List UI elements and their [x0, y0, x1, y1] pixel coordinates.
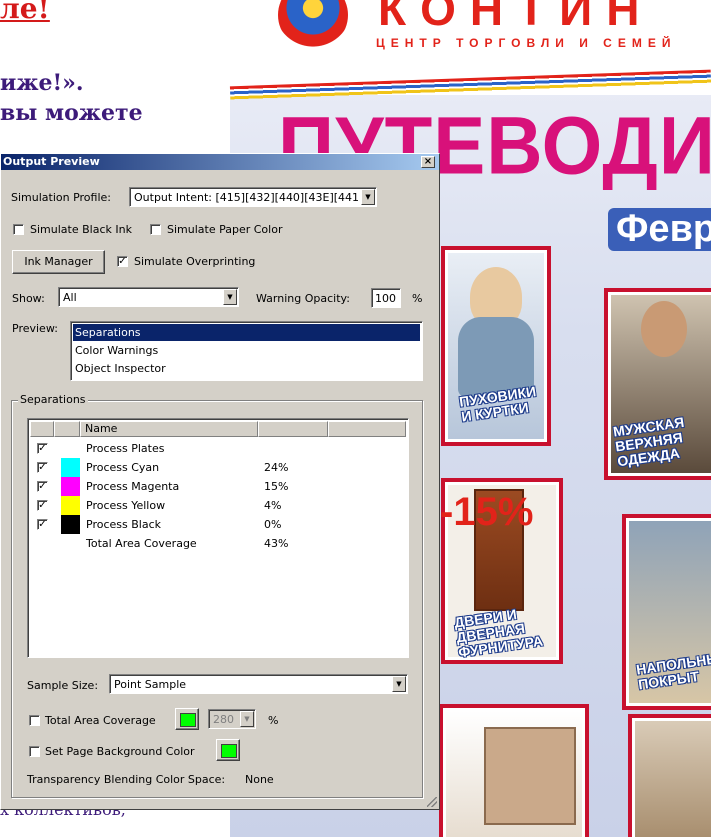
simulate-black-ink-checkbox[interactable] — [13, 224, 24, 235]
model-photo — [641, 301, 687, 357]
separations-group-label: Separations — [18, 393, 88, 406]
simulate-paper-color-checkbox[interactable] — [150, 224, 161, 235]
card-flooring: НАПОЛЬНЫЕ ПОКРЫТ — [626, 518, 711, 706]
header-color-column[interactable] — [54, 421, 80, 437]
separations-group: Separations Name ✓ Process Plates ✓ Process… — [11, 393, 423, 798]
separation-checkbox[interactable]: ✓ — [37, 462, 48, 473]
header-name-column[interactable]: Name — [80, 421, 258, 437]
separation-color-swatch — [61, 477, 80, 496]
preview-item-object-inspector[interactable]: Object Inspector — [73, 360, 420, 377]
simulation-profile-dropdown[interactable]: Output Intent: [415][432][440][43E][441]… — [129, 187, 377, 207]
separation-name: Process Plates — [86, 442, 165, 455]
separation-row[interactable]: ✓ Process Plates — [30, 439, 406, 458]
sample-size-dropdown[interactable]: Point Sample ▼ — [109, 674, 408, 694]
separation-coverage: 0% — [264, 518, 282, 531]
separation-checkbox[interactable]: ✓ — [37, 443, 48, 454]
left-text-line-2: вы можете — [0, 100, 143, 126]
simulate-overprinting-checkbox[interactable]: ✓ — [117, 256, 128, 267]
sample-size-label: Sample Size: — [27, 679, 99, 692]
close-icon: × — [423, 156, 433, 167]
separation-color-swatch — [61, 458, 80, 477]
simulate-black-ink-label[interactable]: Simulate Black Ink — [30, 223, 132, 236]
set-page-background-checkbox[interactable] — [29, 746, 40, 757]
separation-coverage: 24% — [264, 461, 289, 474]
header-check-column[interactable] — [30, 421, 54, 437]
separation-row[interactable]: ✓ Process Black 0% — [30, 515, 406, 534]
transparency-blending-label: Transparency Blending Color Space: — [27, 773, 226, 786]
dialog-titlebar[interactable]: Output Preview × — [1, 154, 439, 170]
separation-color-swatch — [61, 496, 80, 515]
preview-listbox[interactable]: Separations Color Warnings Object Inspec… — [70, 321, 423, 381]
chevron-down-icon[interactable]: ▼ — [392, 676, 406, 692]
separation-row[interactable]: ✓ Process Yellow 4% — [30, 496, 406, 515]
total-area-coverage-unit: % — [268, 714, 279, 727]
set-page-background-label[interactable]: Set Page Background Color — [45, 745, 195, 758]
resize-grip-icon[interactable] — [427, 797, 437, 807]
total-area-coverage-label[interactable]: Total Area Coverage — [45, 714, 156, 727]
furniture-photo — [484, 727, 576, 825]
header-extra-column[interactable] — [328, 421, 406, 437]
separation-name: Process Cyan — [86, 461, 160, 474]
separation-row[interactable]: ✓ Process Magenta 15% — [30, 477, 406, 496]
brand-tagline: ЦЕНТР ТОРГОВЛИ И СЕМЕЙ — [376, 36, 677, 50]
separation-row[interactable]: Total Area Coverage 43% — [30, 534, 406, 553]
brand-name: КОНТИН — [378, 0, 654, 35]
preview-item-color-warnings[interactable]: Color Warnings — [73, 342, 420, 359]
total-area-color-swatch — [180, 713, 196, 727]
separation-name: Process Magenta — [86, 480, 180, 493]
show-label: Show: — [12, 292, 45, 305]
separation-name: Process Black — [86, 518, 161, 531]
preview-item-separations[interactable]: Separations — [73, 324, 420, 341]
total-area-coverage-color-button[interactable] — [175, 708, 199, 730]
card-label: НАПОЛЬНЫЕ ПОКРЫТ — [635, 648, 711, 693]
separation-row[interactable]: ✓ Process Cyan 24% — [30, 458, 406, 477]
separation-coverage: 15% — [264, 480, 289, 493]
warning-opacity-input[interactable]: 100 — [371, 288, 401, 308]
month-banner: Февр — [608, 208, 711, 251]
simulate-overprinting-label[interactable]: Simulate Overprinting — [134, 255, 255, 268]
transparency-blending-value: None — [245, 773, 274, 786]
separations-table: Name ✓ Process Plates ✓ Process Cyan 24% ✓ Pro… — [27, 418, 409, 658]
card-label: МУЖСКАЯ ВЕРХНЯЯ ОДЕЖДА — [612, 413, 686, 470]
dialog-title: Output Preview — [3, 155, 100, 168]
card-furniture — [443, 708, 585, 837]
separation-name: Process Yellow — [86, 499, 166, 512]
left-heading-fragment: ле! — [0, 0, 50, 25]
simulate-paper-color-label[interactable]: Simulate Paper Color — [167, 223, 282, 236]
card-interior — [632, 718, 711, 837]
separation-coverage: 43% — [264, 537, 289, 550]
chevron-down-icon[interactable]: ▼ — [361, 189, 375, 205]
show-dropdown[interactable]: All ▼ — [58, 287, 239, 307]
separation-checkbox[interactable]: ✓ — [37, 500, 48, 511]
total-area-coverage-value: 280 — [213, 713, 234, 726]
card-mens-outerwear: МУЖСКАЯ ВЕРХНЯЯ ОДЕЖДА — [608, 292, 711, 476]
simulation-profile-label: Simulation Profile: — [11, 191, 111, 204]
discount-badge: -15% — [440, 490, 534, 534]
header-coverage-column[interactable] — [258, 421, 328, 437]
separation-checkbox[interactable]: ✓ — [37, 519, 48, 530]
warning-opacity-value: 100 — [375, 292, 396, 305]
simulation-profile-value: Output Intent: [415][432][440][43E][441]… — [134, 191, 360, 204]
separation-name: Total Area Coverage — [86, 537, 197, 550]
separation-coverage: 4% — [264, 499, 282, 512]
preview-label: Preview: — [12, 322, 58, 335]
card-jackets: ПУХОВИКИ И КУРТКИ — [445, 250, 547, 442]
left-text-line-1: иже!». — [0, 70, 84, 96]
show-value: All — [63, 291, 77, 304]
warning-opacity-unit: % — [412, 292, 423, 305]
chevron-down-icon[interactable]: ▼ — [223, 289, 237, 305]
card-label: ДВЕРИ И ДВЕРНАЯ ФУРНИТУРА — [453, 606, 544, 661]
total-area-coverage-spinner[interactable]: 280 ▼ — [208, 709, 256, 729]
output-preview-dialog: Output Preview × Simulation Profile: Out… — [0, 153, 440, 810]
sample-size-value: Point Sample — [114, 678, 187, 691]
page-background-color-button[interactable] — [216, 739, 240, 761]
close-button[interactable]: × — [421, 156, 435, 168]
page-background-color-swatch — [221, 744, 237, 758]
ink-manager-button[interactable]: Ink Manager — [12, 250, 105, 274]
separation-checkbox[interactable]: ✓ — [37, 481, 48, 492]
separation-color-swatch — [61, 515, 80, 534]
warning-opacity-label: Warning Opacity: — [256, 292, 350, 305]
total-area-coverage-checkbox[interactable] — [29, 715, 40, 726]
chevron-down-icon[interactable]: ▼ — [240, 711, 254, 727]
